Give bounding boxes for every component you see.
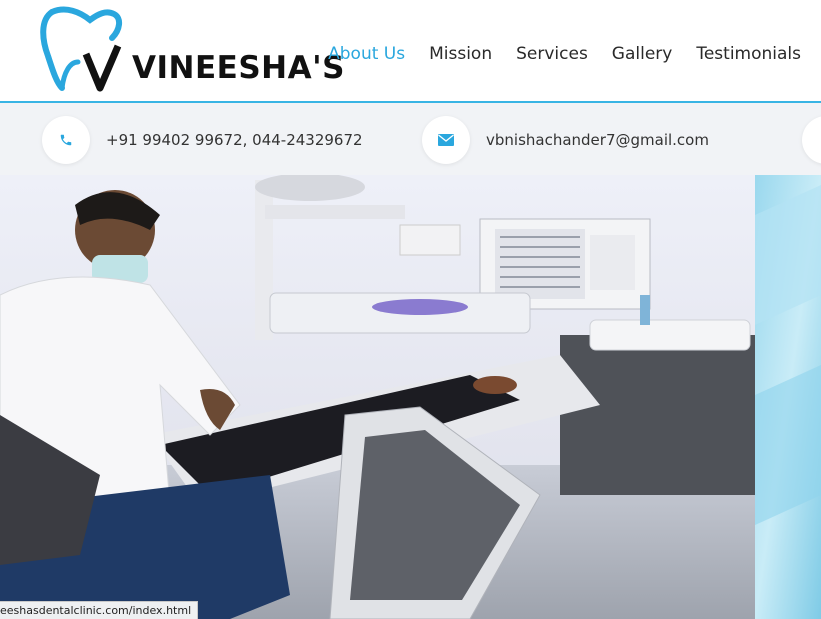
phone-icon <box>60 134 72 146</box>
contact-phone[interactable]: +91 99402 99672, 044-24329672 <box>42 116 363 164</box>
contact-email[interactable]: vbnishachander7@gmail.com <box>422 116 709 164</box>
nav-mission[interactable]: Mission <box>429 44 492 64</box>
nav-about-us[interactable]: About Us <box>328 44 405 64</box>
tooth-logo-icon <box>40 6 122 92</box>
site-header: VINEESHA'S About Us Mission Services Gal… <box>0 0 821 101</box>
email-icon-circle <box>422 116 470 164</box>
contact-third[interactable] <box>802 116 821 164</box>
phone-icon-circle <box>42 116 90 164</box>
email-address: vbnishachander7@gmail.com <box>486 131 709 149</box>
hero-image <box>0 175 821 619</box>
envelope-icon <box>438 134 454 146</box>
location-icon-circle <box>802 116 821 164</box>
nav-testimonials[interactable]: Testimonials <box>696 44 801 64</box>
site-logo[interactable]: VINEESHA'S <box>40 6 344 92</box>
nav-services[interactable]: Services <box>516 44 588 64</box>
main-nav: About Us Mission Services Gallery Testim… <box>304 44 801 64</box>
nav-gallery[interactable]: Gallery <box>612 44 673 64</box>
contact-bar: +91 99402 99672, 044-24329672 vbnishacha… <box>0 103 821 175</box>
status-bar-url: eeshasdentalclinic.com/index.html <box>0 601 199 619</box>
dental-clinic-photo <box>0 175 821 619</box>
phone-number: +91 99402 99672, 044-24329672 <box>106 131 363 149</box>
